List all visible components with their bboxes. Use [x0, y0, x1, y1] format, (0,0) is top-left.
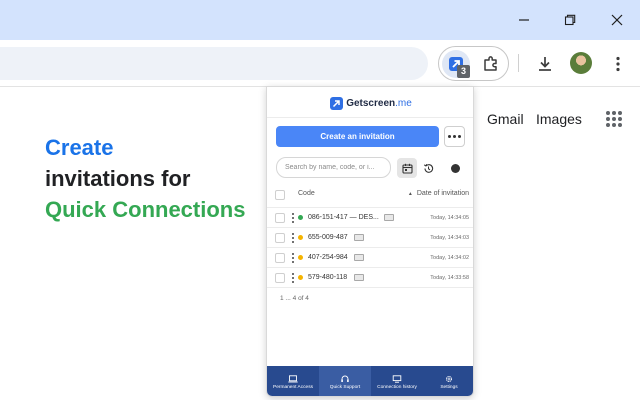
column-date[interactable]: ▲ Date of invitation: [408, 190, 469, 199]
bottom-navigation: Permanent Access Quick Support Connection …: [267, 366, 473, 396]
extensions-group: 3: [438, 46, 509, 81]
table-row[interactable]: 579-480-118 Today, 14:33:58: [267, 267, 473, 287]
gear-icon: [444, 375, 454, 383]
invitation-date: Today, 14:34:05: [430, 215, 469, 221]
sort-arrow-icon: ▲: [407, 191, 413, 197]
minimize-icon[interactable]: [514, 10, 534, 30]
calendar-icon: [401, 163, 413, 174]
close-icon[interactable]: [607, 10, 627, 30]
invitation-code: 579-480-118: [308, 274, 348, 281]
invitation-code: 086-151-417 — DES...: [308, 214, 379, 221]
row-checkbox[interactable]: [275, 253, 285, 263]
laptop-icon: [288, 374, 298, 383]
history-filter-button[interactable]: [418, 158, 438, 178]
monitor-icon: [354, 254, 364, 261]
calendar-filter-button[interactable]: [397, 158, 417, 178]
profile-avatar[interactable]: [570, 52, 592, 74]
nav-label: Permanent Access: [273, 384, 313, 390]
column-code[interactable]: Code: [298, 190, 315, 197]
row-menu-icon[interactable]: [292, 273, 294, 283]
list-divider: [267, 287, 473, 288]
invitation-date: Today, 14:34:03: [430, 235, 469, 241]
toolbar-separator: [518, 54, 519, 72]
getscreen-popup: Getscreen.me Create an invitation Code ▲…: [266, 86, 474, 397]
promo-line-2: invitations for: [45, 166, 191, 191]
invitation-date: Today, 14:33:58: [430, 275, 469, 281]
extension-badge: 3: [457, 65, 470, 78]
table-row[interactable]: 655-009-487 Today, 14:34:03: [267, 227, 473, 247]
history-icon: [423, 163, 433, 173]
browser-toolbar: 3: [0, 40, 640, 87]
promo-line-3: Quick Connections: [45, 197, 246, 222]
status-dot: [298, 215, 303, 220]
title-bar: [0, 0, 640, 40]
status-dot: [298, 235, 303, 240]
google-apps-icon[interactable]: [606, 111, 623, 128]
invitation-code: 655-009-487: [308, 234, 348, 241]
more-options-button[interactable]: [444, 126, 465, 147]
address-bar[interactable]: [0, 47, 428, 80]
restore-icon[interactable]: [560, 10, 580, 30]
images-link[interactable]: Images: [536, 111, 582, 127]
search-input[interactable]: [276, 157, 391, 178]
pagination-info: 1 ... 4 of 4: [280, 295, 309, 302]
header-divider: [267, 117, 473, 118]
gmail-link[interactable]: Gmail: [487, 111, 524, 127]
monitor-icon: [354, 234, 364, 241]
table-header: Code ▲ Date of invitation: [267, 186, 473, 204]
getscreen-extension-button[interactable]: 3: [442, 50, 470, 78]
row-checkbox[interactable]: [275, 213, 285, 223]
support-icon: [340, 375, 350, 383]
more-vert-icon[interactable]: [606, 52, 630, 76]
invitation-date: Today, 14:34:02: [430, 255, 469, 261]
row-menu-icon[interactable]: [292, 213, 294, 223]
status-filter-button[interactable]: [445, 158, 465, 178]
create-invitation-button[interactable]: Create an invitation: [276, 126, 439, 147]
row-checkbox[interactable]: [275, 273, 285, 283]
promo-line-1: Create: [45, 135, 114, 160]
table-row[interactable]: 086-151-417 — DES... Today, 14:34:05: [267, 207, 473, 227]
status-dot: [298, 275, 303, 280]
nav-permanent-access[interactable]: Permanent Access: [267, 366, 319, 396]
history-icon: [392, 374, 402, 383]
brand-header: Getscreen.me: [267, 93, 473, 113]
promo-heading: Create invitations for Quick Connections: [45, 132, 245, 225]
table-row[interactable]: 407-254-984 Today, 14:34:02: [267, 247, 473, 267]
nav-label: Connection history: [377, 384, 417, 390]
invitation-code: 407-254-984: [308, 254, 348, 261]
select-all-checkbox[interactable]: [275, 190, 285, 200]
nav-label: Quick Support: [329, 384, 361, 390]
row-menu-icon[interactable]: [292, 253, 294, 263]
monitor-icon: [354, 274, 364, 281]
status-dot: [298, 255, 303, 260]
getscreen-logo-icon: [330, 96, 344, 110]
brand-name: Getscreen.me: [346, 97, 412, 109]
download-icon[interactable]: [533, 52, 557, 76]
row-menu-icon[interactable]: [292, 233, 294, 243]
nav-quick-support[interactable]: Quick Support: [319, 366, 371, 396]
nav-connection-history[interactable]: Connection history: [371, 366, 423, 396]
record-dot-icon: [450, 163, 460, 173]
browser-window: 3 Create invitations for Quick Connectio…: [0, 0, 640, 400]
puzzle-icon: [484, 56, 497, 71]
nav-settings[interactable]: Settings: [423, 366, 473, 396]
monitor-icon: [384, 214, 394, 221]
nav-label: Settings: [440, 384, 458, 390]
extensions-puzzle-button[interactable]: [477, 50, 505, 78]
row-checkbox[interactable]: [275, 233, 285, 243]
